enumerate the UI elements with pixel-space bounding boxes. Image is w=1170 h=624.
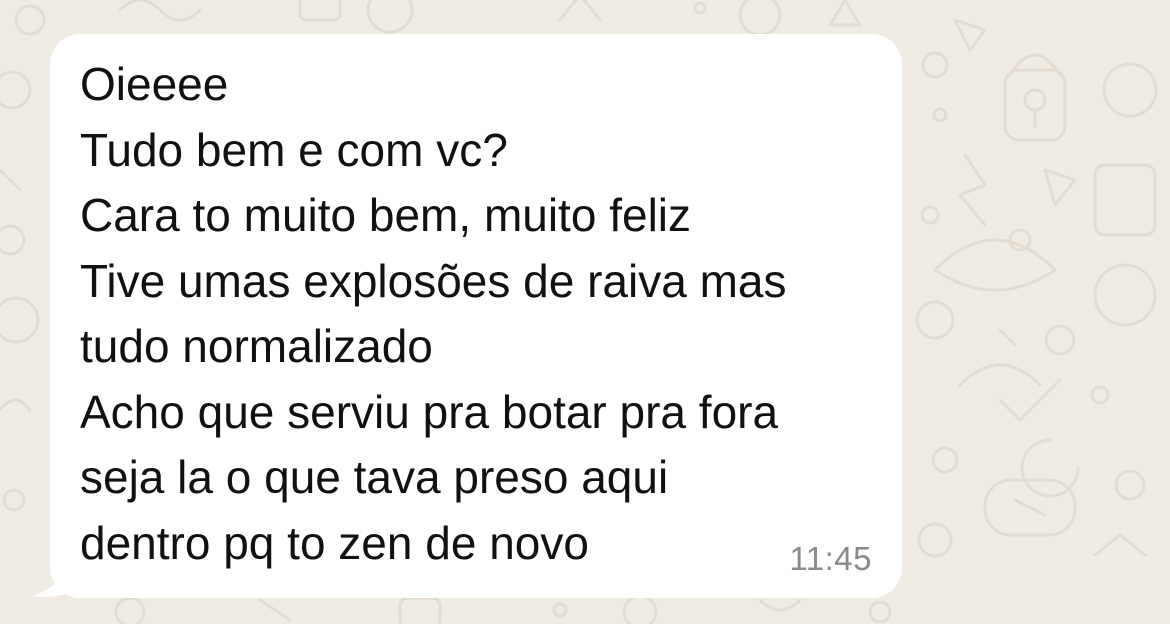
message-line: Cara to muito bem, muito feliz <box>80 189 692 241</box>
message-line: tudo normalizado <box>80 320 433 372</box>
message-line: seja la o que tava preso aqui <box>80 451 669 503</box>
message-timestamp: 11:45 <box>789 540 872 577</box>
message-line: Tudo bem e com vc? <box>80 123 508 176</box>
chat-background: Oieeee Tudo bem e com vc? Cara to muito … <box>0 0 1170 624</box>
message-line: Acho que serviu pra botar pra fora <box>80 385 779 438</box>
message-bubble[interactable]: Oieeee Tudo bem e com vc? Cara to muito … <box>50 34 902 598</box>
message-text: Oieeee Tudo bem e com vc? Cara to muito … <box>80 52 880 576</box>
message-line: Tive umas explosões de raiva mas <box>80 254 787 307</box>
message-line: Oieeee <box>80 58 229 110</box>
message-bubble-container[interactable]: Oieeee Tudo bem e com vc? Cara to muito … <box>28 34 902 600</box>
message-line: dentro pq to zen de novo <box>80 516 589 569</box>
